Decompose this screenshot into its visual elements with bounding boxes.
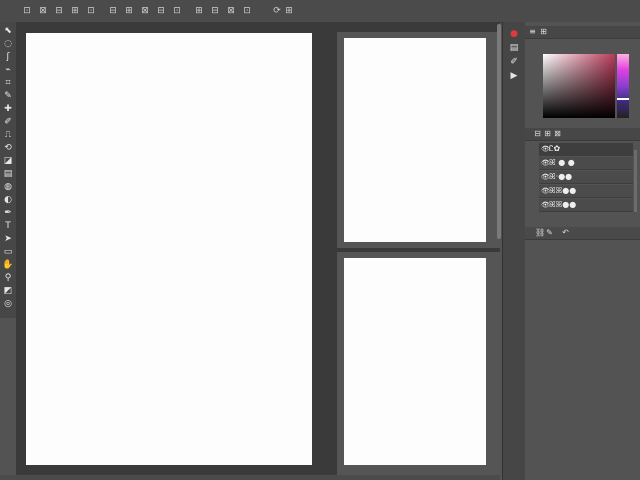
gradient-tool-icon[interactable]: ▤	[2, 169, 14, 180]
undo-icon[interactable]: ↶	[561, 228, 570, 237]
menu-bar: ⊡ ⊠ ⊟ ⊞ ⊡ ⊟ ⊞ ⊠ ⊟ ⊡ ⊞ ⊟ ⊠ ⊡ ⟳ ⊞	[0, 0, 640, 23]
color-picker-field[interactable]	[543, 54, 615, 118]
document-page-small-bottom[interactable]	[344, 258, 486, 465]
arrange-icon[interactable]: ⊞	[284, 6, 294, 16]
hand-tool-icon[interactable]: ✋	[2, 260, 14, 271]
paths-tab-icon[interactable]: ⊠	[553, 129, 562, 138]
lasso-tool-icon[interactable]: ʃ	[2, 52, 14, 63]
hue-slider-marker[interactable]	[617, 98, 629, 100]
right-panel-dock: ≡ ⊞ ⊟ ⊞ ⊠ 👁 Ꮭ✿ 👁 ꕤ ● ● 👁 ꕤ·●● 👁 ꕤꕤ●● 👁 ꕤꕤ●● ⛓ ✎ ↶	[525, 22, 640, 480]
layer-row[interactable]: 👁 ꕤꕤ●●	[539, 185, 633, 198]
link-layers-icon[interactable]: ⛓	[535, 228, 545, 237]
layer-style-icon[interactable]: ✎	[545, 228, 554, 237]
menu-icon[interactable]: ⊡	[242, 6, 252, 16]
visibility-eye-icon[interactable]: 👁	[541, 171, 550, 183]
collapsed-panel-dock: ● ▤ ✐ ▶	[502, 22, 526, 480]
menu-icon[interactable]: ⊡	[22, 6, 32, 16]
quick-mask-icon[interactable]: ◎	[2, 299, 14, 310]
history-panel-icon[interactable]: ▤	[508, 42, 520, 54]
layers-scrollbar[interactable]	[634, 150, 637, 212]
menu-icon[interactable]: ⊠	[140, 6, 150, 16]
menu-icon[interactable]: ⊡	[86, 6, 96, 16]
healing-tool-icon[interactable]: ✚	[2, 104, 14, 115]
layer-name: Ꮭ✿	[549, 144, 561, 153]
workspace-icon[interactable]: ⟳	[272, 6, 282, 16]
canvas-scrollbar[interactable]	[497, 24, 501, 239]
pen-tool-icon[interactable]: ✒	[2, 208, 14, 219]
move-tool-icon[interactable]: ⬉	[2, 26, 14, 37]
menu-icon[interactable]: ⊟	[54, 6, 64, 16]
menu-icon[interactable]: ⊟	[156, 6, 166, 16]
eyedropper-tool-icon[interactable]: ✎	[2, 91, 14, 102]
actions-panel-icon[interactable]: ▶	[508, 70, 520, 82]
hue-slider[interactable]	[617, 54, 629, 118]
document-page-small-top[interactable]	[344, 38, 486, 242]
brush-panel-icon[interactable]: ✐	[508, 56, 520, 68]
visibility-eye-icon[interactable]: 👁	[541, 199, 550, 211]
menu-icon[interactable]: ⊞	[124, 6, 134, 16]
brush-tool-icon[interactable]: ✐	[2, 117, 14, 128]
visibility-eye-icon[interactable]: 👁	[541, 143, 550, 155]
canvas-workspace[interactable]	[16, 22, 500, 475]
menu-icon[interactable]: ⊡	[172, 6, 182, 16]
dodge-tool-icon[interactable]: ◐	[2, 195, 14, 206]
layer-row[interactable]: 👁 ꕤ ● ●	[539, 157, 633, 170]
marquee-tool-icon[interactable]: ◌	[2, 39, 14, 50]
color-swatch-icon[interactable]: ●	[508, 28, 520, 40]
crop-tool-icon[interactable]: ⌗	[2, 78, 14, 89]
layers-footer: ⛓ ✎ ↶	[525, 227, 640, 240]
menu-icon[interactable]: ⊟	[108, 6, 118, 16]
foreground-background-icon[interactable]: ◩	[2, 286, 14, 297]
shape-tool-icon[interactable]: ▭	[2, 247, 14, 258]
layer-name: ꕤ·●●	[549, 172, 573, 181]
history-brush-icon[interactable]: ⟲	[2, 143, 14, 154]
menu-icon[interactable]: ⊞	[194, 6, 204, 16]
menu-icon[interactable]: ⊠	[38, 6, 48, 16]
layers-tab-icon[interactable]: ⊟	[533, 129, 542, 138]
tools-panel: ⬉ ◌ ʃ ⌁ ⌗ ✎ ✚ ✐ ⎍ ⟲ ◪ ▤ ◍ ◐ ✒ T ➤ ▭ ✋ ⚲ ◩ ◎	[0, 22, 17, 318]
layers-panel-header[interactable]: ⊟ ⊞ ⊠	[525, 128, 640, 141]
path-select-tool-icon[interactable]: ➤	[2, 234, 14, 245]
status-bar	[0, 475, 500, 480]
stamp-tool-icon[interactable]: ⎍	[2, 130, 14, 141]
layer-name: ꕤꕤ●●	[549, 186, 577, 195]
visibility-eye-icon[interactable]: 👁	[541, 157, 550, 169]
blur-tool-icon[interactable]: ◍	[2, 182, 14, 193]
visibility-eye-icon[interactable]: 👁	[541, 185, 550, 197]
layer-row[interactable]: 👁 ꕤꕤ●●	[539, 199, 633, 212]
document-page-large[interactable]	[26, 33, 312, 465]
zoom-tool-icon[interactable]: ⚲	[2, 273, 14, 284]
menu-icon[interactable]: ⊞	[70, 6, 80, 16]
layer-name: ꕤꕤ●●	[549, 200, 577, 209]
layer-row[interactable]: 👁 ꕤ·●●	[539, 171, 633, 184]
quick-select-tool-icon[interactable]: ⌁	[2, 65, 14, 76]
channels-tab-icon[interactable]: ⊞	[543, 129, 552, 138]
color-panel-header[interactable]: ≡ ⊞	[525, 26, 640, 39]
menu-icon[interactable]: ⊠	[226, 6, 236, 16]
swatches-tab-icon[interactable]: ⊞	[539, 27, 548, 36]
layer-name: ꕤ ● ●	[549, 158, 575, 167]
color-tab-icon[interactable]: ≡	[528, 27, 537, 36]
layer-row[interactable]: 👁 Ꮭ✿	[539, 143, 633, 156]
type-tool-icon[interactable]: T	[2, 221, 14, 232]
menu-icon[interactable]: ⊟	[210, 6, 220, 16]
eraser-tool-icon[interactable]: ◪	[2, 156, 14, 167]
